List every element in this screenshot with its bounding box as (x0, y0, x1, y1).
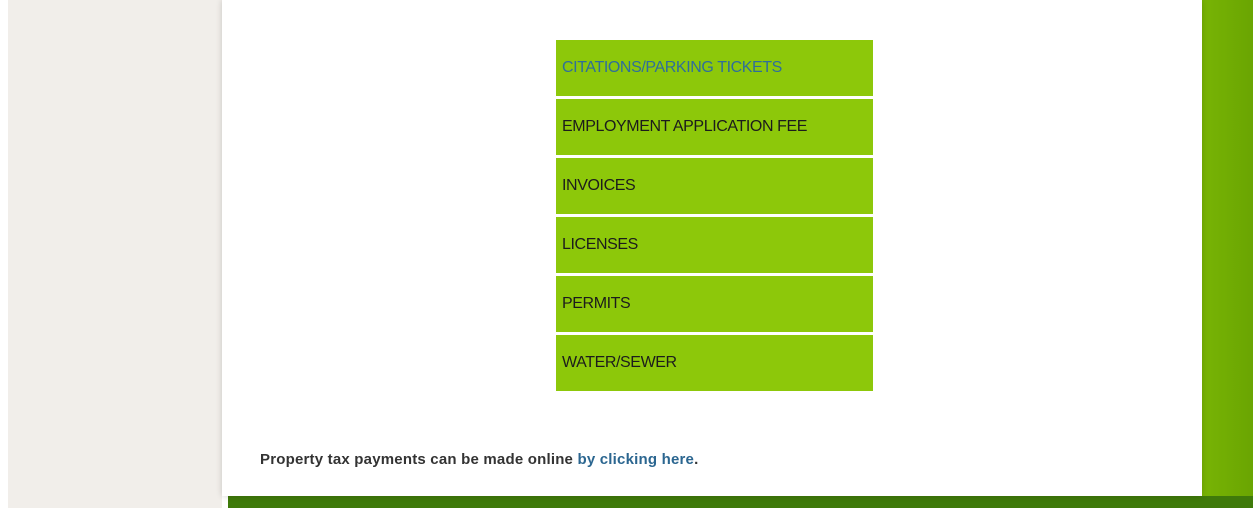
property-tax-payment-link[interactable]: by clicking here (577, 451, 694, 468)
menu-item-invoices[interactable]: INVOICES (556, 158, 873, 214)
menu-item-label: CITATIONS/PARKING TICKETS (562, 59, 782, 76)
property-tax-notice-text: Property tax payments can be made online (260, 451, 574, 468)
bottom-accent-band (228, 496, 1253, 508)
menu-item-label: INVOICES (562, 177, 636, 194)
menu-item-employment-application-fee[interactable]: EMPLOYMENT APPLICATION FEE (556, 99, 873, 155)
menu-item-citations-parking-tickets[interactable]: CITATIONS/PARKING TICKETS (556, 40, 873, 96)
menu-item-label: WATER/SEWER (562, 354, 677, 371)
property-tax-notice: Property tax payments can be made online… (260, 451, 698, 468)
page-left-margin (0, 0, 8, 508)
right-accent-band (1202, 0, 1253, 508)
menu-item-permits[interactable]: PERMITS (556, 276, 873, 332)
menu-item-label: PERMITS (562, 295, 631, 312)
menu-item-water-sewer[interactable]: WATER/SEWER (556, 335, 873, 391)
menu-item-label: EMPLOYMENT APPLICATION FEE (562, 118, 808, 135)
menu-item-label: LICENSES (562, 236, 638, 253)
payment-category-menu: CITATIONS/PARKING TICKETS EMPLOYMENT APP… (556, 40, 873, 391)
notice-period: . (694, 451, 699, 468)
menu-item-licenses[interactable]: LICENSES (556, 217, 873, 273)
left-sidebar (8, 0, 222, 508)
